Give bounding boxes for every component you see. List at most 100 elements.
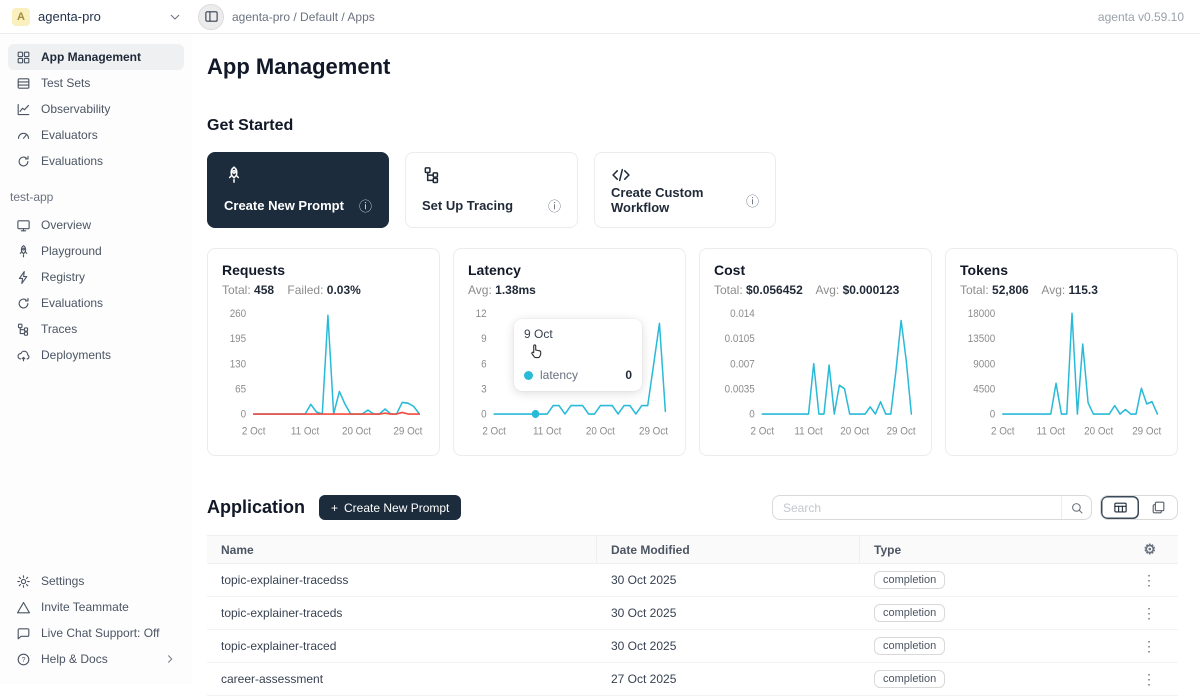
app-name: topic-explainer-traced [207,630,597,662]
sidebar-item-help-docs[interactable]: ? Help & Docs [8,646,184,672]
breadcrumb[interactable]: agenta-pro / Default / Apps [232,10,375,24]
sidebar-item-playground[interactable]: Playground [8,238,184,264]
sidebar-collapse-button[interactable] [198,4,224,30]
stat-label: Total: [960,283,989,297]
tokens-chart[interactable]: 18000135009000450002 Oct11 Oct20 Oct29 O… [960,301,1163,451]
workspace-selector[interactable]: A agenta-pro [0,8,192,26]
card-view-button[interactable] [1139,496,1177,519]
sidebar-item-label: Registry [41,270,85,284]
sidebar-item-evaluations[interactable]: Evaluations [8,148,184,174]
chat-icon [16,626,31,641]
table-view-icon [1113,500,1128,515]
svg-text:9: 9 [481,334,487,345]
top-bar: A agenta-pro agenta-pro / Default / Apps… [0,0,1200,34]
sidebar-item-app-evaluations[interactable]: Evaluations [8,290,184,316]
create-new-prompt-button[interactable]: + Create New Prompt [319,495,461,520]
triangle-icon [16,600,31,615]
svg-text:11 Oct: 11 Oct [794,426,822,437]
spin-icon [16,296,31,311]
code-icon [611,165,631,185]
sidebar-item-label: Observability [41,102,110,116]
main-content: App Management Get Started Create New Pr… [192,34,1200,696]
svg-text:0: 0 [241,409,247,420]
chart-title: Cost [714,262,917,278]
sidebar-item-app-management[interactable]: App Management [8,44,184,70]
stat-value: 52,806 [992,283,1029,297]
search-button[interactable] [1061,496,1091,519]
stat-label: Avg: [1041,283,1065,297]
chart-stats: Total: 52,806 Avg: 115.3 [960,283,1163,297]
sidebar-item-overview[interactable]: Overview [8,212,184,238]
workspace-name: agenta-pro [38,9,101,24]
table-row[interactable]: topic-explainer-traced 30 Oct 2025 compl… [207,630,1178,663]
stat-label: Failed: [287,283,323,297]
sidebar-item-registry[interactable]: Registry [8,264,184,290]
tree-icon [422,165,442,185]
bolt-icon [16,270,31,285]
create-new-prompt-card[interactable]: Create New Prompt ⓘ [207,152,389,228]
row-menu-kebab-icon[interactable]: ⋮ [1142,605,1156,621]
svg-text:0: 0 [749,409,755,420]
table-row[interactable]: topic-explainer-traceds 30 Oct 2025 comp… [207,597,1178,630]
application-header: Application + Create New Prompt [207,495,1178,520]
table-row[interactable]: topic-explainer-tracedss 30 Oct 2025 com… [207,564,1178,597]
requests-chart[interactable]: 2601951306502 Oct11 Oct20 Oct29 Oct [222,301,425,451]
rocket-icon [16,244,31,259]
set-up-tracing-card[interactable]: Set Up Tracing ⓘ [405,152,578,228]
sidebar-item-traces[interactable]: Traces [8,316,184,342]
app-date: 30 Oct 2025 [597,630,860,662]
series-dot [524,371,533,380]
sidebar-item-label: Test Sets [41,76,90,90]
type-badge: completion [874,604,945,622]
app-date: 27 Oct 2025 [597,663,860,695]
info-icon[interactable]: ⓘ [548,196,561,215]
grid-icon [16,50,31,65]
search-box [772,495,1092,520]
app-name: career-assessment [207,663,597,695]
tooltip-date: 9 Oct [524,327,632,341]
chart-stats: Total: 458 Failed: 0.03% [222,283,425,297]
sidebar: App Management Test Sets Observability E… [0,34,192,684]
row-menu-kebab-icon[interactable]: ⋮ [1142,671,1156,687]
sidebar-item-evaluators[interactable]: Evaluators [8,122,184,148]
sidebar-item-label: Overview [41,218,91,232]
create-custom-workflow-card[interactable]: Create Custom Workflow ⓘ [594,152,776,228]
sidebar-footer: Settings Invite Teammate Live Chat Suppo… [8,568,184,672]
svg-text:9000: 9000 [973,359,995,370]
sidebar-item-deployments[interactable]: Deployments [8,342,184,368]
test-sets-icon [16,76,31,91]
page-title: App Management [207,54,1178,80]
svg-text:11 Oct: 11 Oct [1037,426,1065,437]
chevron-right-icon [164,653,176,665]
info-icon[interactable]: ⓘ [746,191,759,210]
table-view-button[interactable] [1101,496,1139,519]
svg-text:20 Oct: 20 Oct [586,426,615,437]
chart-tooltip: 9 Oct latency 0 [514,319,642,391]
app-name: topic-explainer-traceds [207,597,597,629]
gear-icon [16,574,31,589]
svg-text:2 Oct: 2 Oct [751,426,775,437]
cost-chart[interactable]: 0.0140.01050.0070.003502 Oct11 Oct20 Oct… [714,301,917,451]
svg-text:29 Oct: 29 Oct [393,426,422,437]
column-header-name[interactable]: Name [207,536,597,563]
sidebar-item-settings[interactable]: Settings [8,568,184,594]
svg-text:20 Oct: 20 Oct [1084,426,1113,437]
sidebar-item-observability[interactable]: Observability [8,96,184,122]
svg-text:4500: 4500 [973,384,995,395]
panel-left-icon [204,9,219,24]
table-header-row: Name Date Modified Type ⚙ [207,535,1178,564]
chart-stats: Avg: 1.38ms [468,283,671,297]
sidebar-item-live-chat[interactable]: Live Chat Support: Off [8,620,184,646]
sidebar-item-test-sets[interactable]: Test Sets [8,70,184,96]
row-menu-kebab-icon[interactable]: ⋮ [1142,638,1156,654]
table-settings-gear-icon[interactable]: ⚙ [1143,541,1156,557]
card-label: Create Custom Workflow [611,185,746,215]
table-row[interactable]: career-assessment 27 Oct 2025 completion… [207,663,1178,696]
tooltip-value: 0 [625,368,632,382]
column-header-type[interactable]: Type [860,543,1108,557]
search-input[interactable] [773,501,1061,515]
row-menu-kebab-icon[interactable]: ⋮ [1142,572,1156,588]
column-header-date-modified[interactable]: Date Modified [597,536,860,563]
info-icon[interactable]: ⓘ [359,196,372,215]
sidebar-item-invite-teammate[interactable]: Invite Teammate [8,594,184,620]
